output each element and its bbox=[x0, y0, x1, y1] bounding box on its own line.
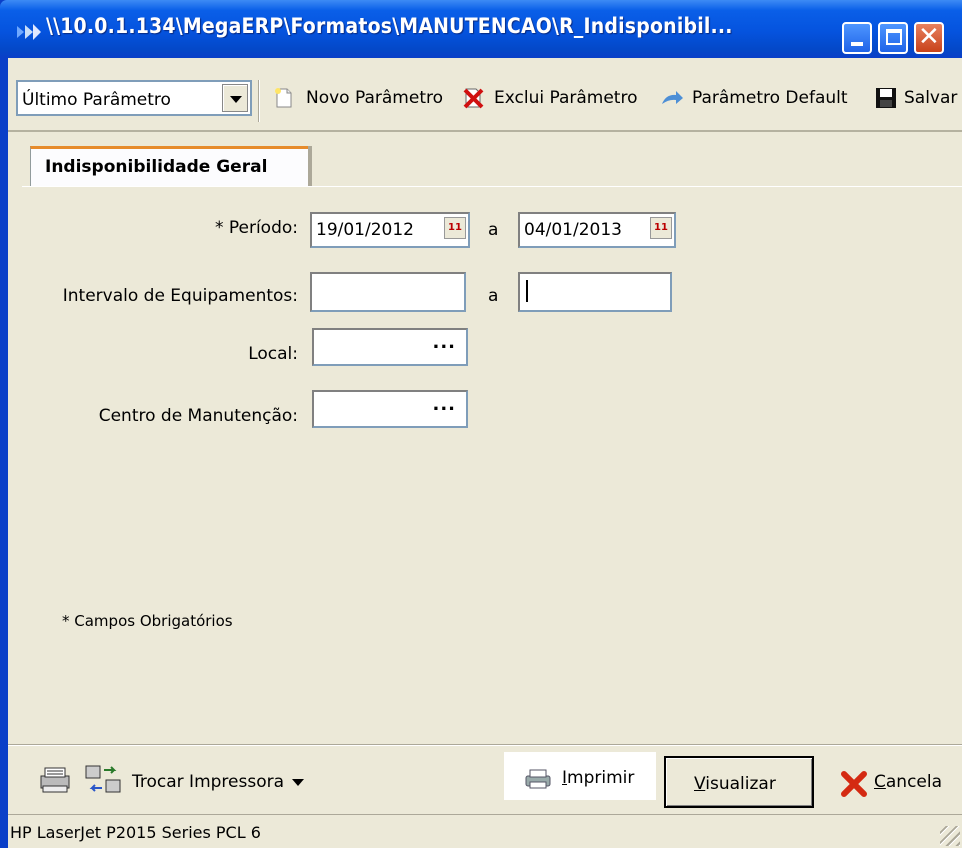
tab-indisponibilidade-geral[interactable]: Indisponibilidade Geral bbox=[30, 146, 312, 186]
delete-document-icon bbox=[463, 88, 484, 109]
cancel-button[interactable]: Cancela bbox=[832, 756, 962, 804]
calendar-icon[interactable]: 11 bbox=[444, 217, 466, 239]
cancel-label: Cancela bbox=[874, 772, 943, 792]
window-title: \\10.0.1.134\MegaERP\Formatos\MANUTENCAO… bbox=[46, 14, 733, 38]
lookup-ellipsis-icon[interactable]: ... bbox=[432, 394, 456, 415]
default-parameter-label: Parâmetro Default bbox=[692, 88, 848, 108]
centro-label: Centro de Manutenção: bbox=[98, 406, 298, 426]
parameter-toolbar: Último Parâmetro Novo Parâmetro Exclui P… bbox=[8, 66, 962, 132]
new-parameter-label: Novo Parâmetro bbox=[306, 88, 443, 108]
periodo-range-separator: a bbox=[488, 220, 499, 240]
current-printer: HP LaserJet P2015 Series PCL 6 bbox=[10, 823, 261, 842]
local-label: Local: bbox=[248, 344, 298, 364]
parameter-combo-value: Último Parâmetro bbox=[22, 90, 171, 110]
combo-dropdown-button[interactable] bbox=[222, 84, 248, 112]
floppy-disk-icon bbox=[876, 88, 896, 108]
printer-icon bbox=[525, 769, 551, 789]
toolbar-separator bbox=[258, 80, 260, 122]
report-window: \\10.0.1.134\MegaERP\Formatos\MANUTENCAO… bbox=[0, 0, 962, 848]
minimize-button[interactable] bbox=[842, 22, 872, 54]
close-button[interactable]: ✕ bbox=[914, 22, 944, 54]
equipamento-range-separator: a bbox=[488, 286, 499, 306]
chevron-down-icon bbox=[230, 96, 242, 103]
equipamento-to-field[interactable] bbox=[518, 272, 672, 312]
swap-printer-icon[interactable] bbox=[84, 764, 124, 796]
local-field[interactable]: ... bbox=[312, 328, 468, 366]
periodo-from-value: 19/01/2012 bbox=[316, 220, 414, 240]
parameter-combo[interactable]: Último Parâmetro bbox=[16, 80, 252, 116]
new-document-icon bbox=[275, 88, 292, 108]
required-fields-note: * Campos Obrigatórios bbox=[62, 612, 233, 630]
tab-shadow bbox=[308, 146, 312, 186]
bottom-separator bbox=[8, 744, 962, 746]
print-button[interactable]: Imprimir bbox=[504, 752, 656, 800]
printer-settings-icon[interactable] bbox=[38, 764, 72, 796]
equipamentos-label: Intervalo de Equipamentos: bbox=[62, 286, 298, 306]
periodo-to-value: 04/01/2013 bbox=[524, 220, 622, 240]
change-printer-label: Trocar Impressora bbox=[132, 772, 285, 792]
periodo-label: * Período: bbox=[214, 218, 298, 238]
delete-parameter-label: Exclui Parâmetro bbox=[494, 88, 638, 108]
app-icon bbox=[17, 24, 41, 40]
title-bar[interactable]: \\10.0.1.134\MegaERP\Formatos\MANUTENCAO… bbox=[0, 0, 962, 58]
maximize-icon bbox=[886, 29, 902, 45]
tab-label: Indisponibilidade Geral bbox=[45, 157, 268, 177]
save-label: Salvar bbox=[904, 88, 958, 108]
close-icon: ✕ bbox=[918, 22, 940, 52]
text-caret bbox=[526, 280, 528, 302]
lookup-ellipsis-icon[interactable]: ... bbox=[432, 332, 456, 353]
periodo-to-field[interactable]: 04/01/2013 11 bbox=[518, 212, 676, 248]
dropdown-arrow-icon bbox=[292, 778, 305, 786]
minimize-icon bbox=[851, 42, 863, 46]
print-label: Imprimir bbox=[562, 768, 635, 788]
cancel-x-icon bbox=[841, 771, 867, 797]
centro-field[interactable]: ... bbox=[312, 390, 468, 428]
change-printer-menu[interactable]: Trocar Impressora bbox=[132, 772, 305, 792]
preview-button[interactable]: Visualizar bbox=[664, 756, 814, 808]
preview-label: Visualizar bbox=[694, 774, 776, 794]
resize-grip-icon[interactable] bbox=[940, 826, 960, 846]
equipamento-from-field[interactable] bbox=[310, 272, 466, 312]
default-arrow-icon bbox=[662, 91, 683, 104]
periodo-from-field[interactable]: 19/01/2012 11 bbox=[310, 212, 470, 248]
tab-panel-edge bbox=[22, 186, 962, 187]
status-bar: HP LaserJet P2015 Series PCL 6 bbox=[8, 814, 962, 848]
calendar-icon[interactable]: 11 bbox=[650, 217, 672, 239]
maximize-button[interactable] bbox=[878, 22, 908, 54]
